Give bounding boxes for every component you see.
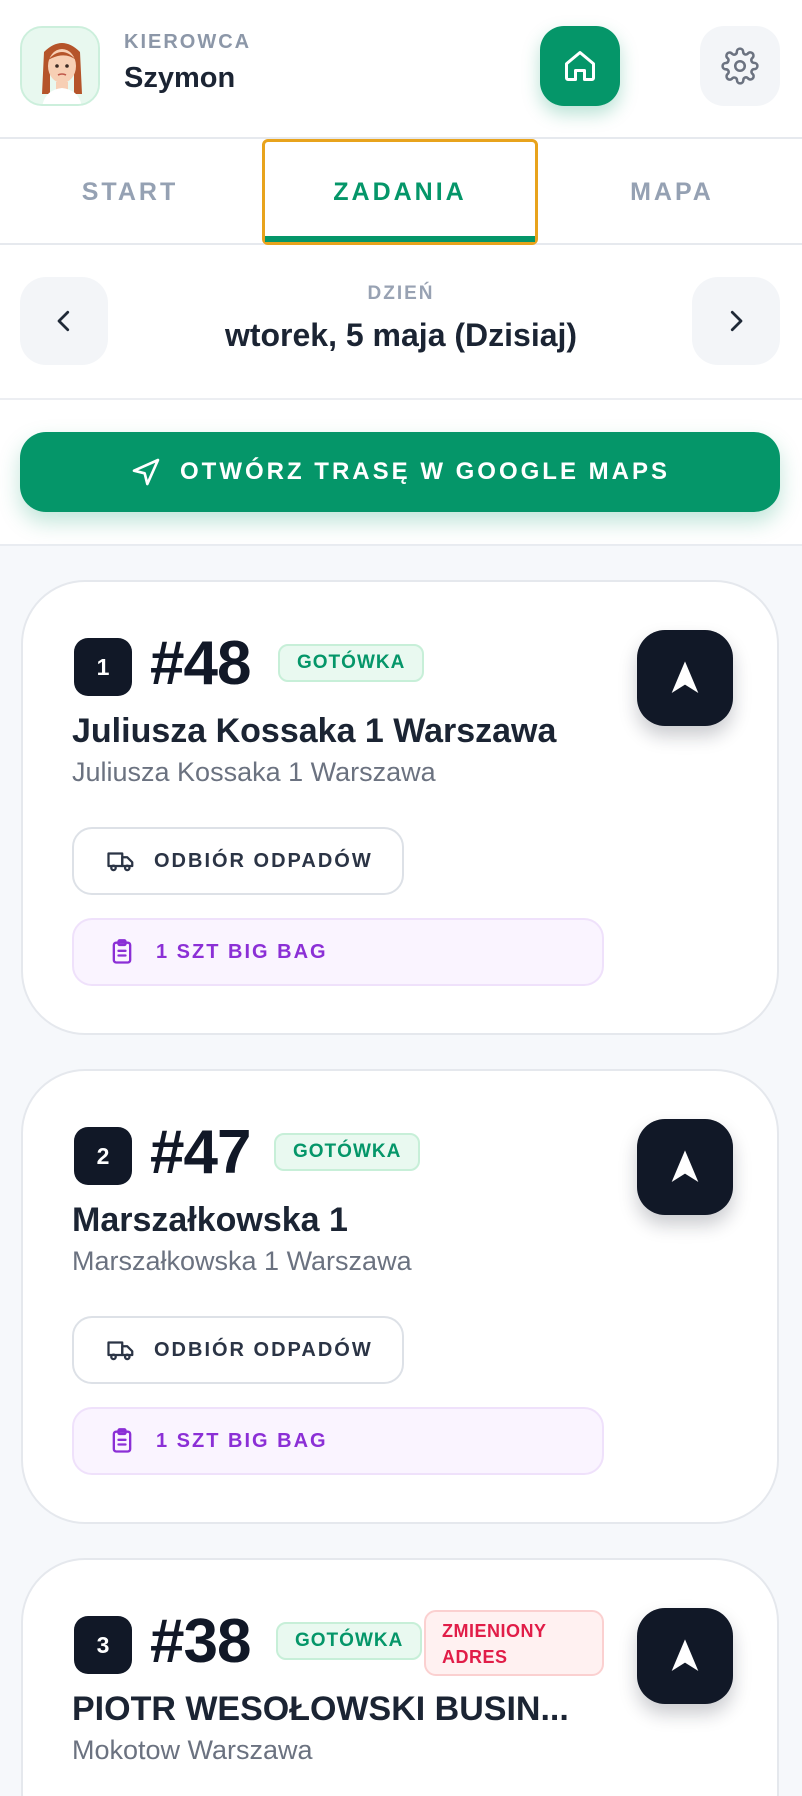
truck-icon: [107, 1341, 134, 1361]
task-address: Juliusza Kossaka 1 Warszawa: [72, 757, 436, 787]
main-tabs: START ZADANIA MAPA: [0, 139, 802, 245]
item-tag: 1 SZT BIG BAG: [72, 918, 604, 986]
home-icon: [565, 51, 595, 81]
service-label: ODBIÓR ODPADÓW: [154, 1338, 373, 1361]
order-number: #47: [150, 1118, 251, 1187]
task-address: Marszałkowska 1 Warszawa: [72, 1246, 412, 1276]
item-label: 1 SZT BIG BAG: [156, 940, 328, 963]
payment-badge: GOTÓWKA: [278, 644, 425, 682]
navigate-button[interactable]: [637, 630, 733, 726]
tab-start[interactable]: START: [0, 139, 260, 245]
item-label: 1 SZT BIG BAG: [156, 1429, 328, 1452]
driver-avatar: [20, 26, 100, 106]
navigation-arrow-icon: [671, 661, 699, 693]
home-button[interactable]: [540, 26, 620, 106]
next-day-button[interactable]: [692, 277, 780, 365]
task-card[interactable]: 3 #38 GOTÓWKA ZMIENIONY ADRES PIOTR WESO…: [21, 1558, 779, 1796]
payment-badge: GOTÓWKA: [274, 1133, 421, 1171]
order-number: #38: [150, 1607, 251, 1676]
gear-icon: [721, 47, 759, 85]
task-card[interactable]: 1 #48 GOTÓWKA Juliusza Kossaka 1 Warszaw…: [21, 580, 779, 1035]
truck-icon: [107, 852, 134, 872]
clipboard-icon: [112, 939, 132, 964]
navigate-button[interactable]: [637, 1119, 733, 1215]
task-address: Mokotow Warszawa: [72, 1735, 313, 1765]
settings-button[interactable]: [700, 26, 780, 106]
tab-zadania[interactable]: ZADANIA: [262, 139, 538, 245]
driver-role-label: KIEROWCA: [124, 31, 252, 53]
item-tag: 1 SZT BIG BAG: [72, 1407, 604, 1475]
navigation-arrow-icon: [671, 1150, 699, 1182]
navigation-arrow-icon: [132, 458, 160, 486]
task-card[interactable]: 2 #47 GOTÓWKA Marszałkowska 1 Marszałkow…: [21, 1069, 779, 1524]
driver-name: Szymon: [124, 62, 236, 94]
day-label: DZIEŃ: [367, 283, 435, 304]
address-changed-badge: ZMIENIONY ADRES: [424, 1610, 604, 1676]
navigate-button[interactable]: [637, 1608, 733, 1704]
open-route-google-maps-button[interactable]: OTWÓRZ TRASĘ W GOOGLE MAPS: [20, 432, 780, 512]
route-section: OTWÓRZ TRASĘ W GOOGLE MAPS: [0, 400, 802, 546]
clipboard-icon: [112, 1428, 132, 1453]
order-number: #48: [150, 629, 251, 698]
chevron-right-icon: [730, 310, 743, 332]
stop-number: 2: [74, 1127, 132, 1185]
service-label: ODBIÓR ODPADÓW: [154, 849, 373, 872]
task-title: PIOTR WESOŁOWSKI BUSIN...: [72, 1690, 569, 1728]
current-day: wtorek, 5 maja (Dzisiaj): [224, 317, 578, 353]
tab-mapa[interactable]: MAPA: [542, 139, 802, 245]
task-title: Marszałkowska 1: [72, 1201, 348, 1239]
service-tag: ODBIÓR ODPADÓW: [72, 827, 404, 895]
stop-number: 3: [74, 1616, 132, 1674]
stop-number: 1: [74, 638, 132, 696]
service-tag: ODBIÓR ODPADÓW: [72, 1316, 404, 1384]
app-header: KIEROWCA Szymon: [0, 0, 802, 139]
day-selector: DZIEŃ wtorek, 5 maja (Dzisiaj): [0, 245, 802, 400]
route-button-label: OTWÓRZ TRASĘ W GOOGLE MAPS: [180, 458, 670, 485]
task-title: Juliusza Kossaka 1 Warszawa: [72, 712, 557, 750]
payment-badge: GOTÓWKA: [276, 1622, 423, 1660]
navigation-arrow-icon: [671, 1639, 699, 1671]
